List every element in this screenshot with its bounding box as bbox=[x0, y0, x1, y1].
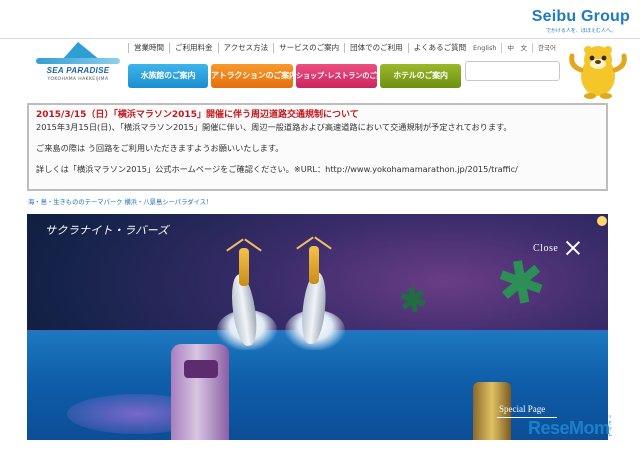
resemom-watermark: ReseMom リセマム bbox=[528, 414, 612, 439]
main-nav-hotel[interactable]: ホテルのご案内 bbox=[380, 64, 461, 88]
notice-line-3: 詳しくは「横浜マラソン2015」公式ホームページをご確認ください。※URL：ht… bbox=[36, 164, 518, 174]
language-nav: English 中 文 한국어 bbox=[468, 43, 561, 53]
util-nav-groups[interactable]: 団体でのご利用 bbox=[344, 43, 408, 53]
utility-nav: 営業時間 ご利用料金 アクセス方法 サービスのご案内 団体でのご利用 よくあるご… bbox=[128, 43, 471, 53]
util-nav-access[interactable]: アクセス方法 bbox=[217, 43, 274, 53]
main-nav-shops-restaurants[interactable]: ショップ･レストランのご案内 bbox=[296, 64, 390, 88]
close-label: Close bbox=[533, 242, 559, 254]
otter-mascot-icon bbox=[569, 46, 627, 99]
util-nav-services[interactable]: サービスのご案内 bbox=[273, 43, 344, 53]
main-nav-attractions[interactable]: アトラクションのご案内 bbox=[211, 64, 297, 88]
hero-banner[interactable]: ✱ ✱ サクラナイト・ラバーズ Close Special Page bbox=[27, 214, 608, 440]
trainer-shape bbox=[309, 246, 319, 284]
notice-title[interactable]: 2015/3/15（日）「横浜マラソン2015」開催に伴う周辺道路交通規制につい… bbox=[36, 109, 599, 121]
lang-chinese[interactable]: 中 文 bbox=[501, 43, 532, 53]
divider bbox=[0, 38, 640, 39]
util-nav-hours[interactable]: 営業時間 bbox=[128, 43, 169, 53]
seibu-group-tagline: でかける人を、ほほえむ人へ。 bbox=[545, 28, 616, 34]
notice-line-2: ご来島の際は う回路をご利用いただきますようお願いいたします。 bbox=[36, 143, 284, 153]
trainer-shape bbox=[239, 248, 249, 286]
brand-name: SEA PARADISE bbox=[46, 66, 110, 75]
notice-line-1: 2015年3月15日(日)、「横浜マラソン2015」開催に伴い、周辺一般道路およ… bbox=[36, 122, 512, 132]
moon-shape bbox=[597, 216, 607, 226]
seibu-group-wordmark: Seibu Group bbox=[531, 8, 630, 25]
corporate-bar: Seibu Group でかける人を、ほほえむ人へ。 bbox=[0, 0, 640, 38]
search-input[interactable] bbox=[465, 61, 560, 81]
lang-english[interactable]: English bbox=[468, 43, 501, 53]
palm-tree-icon: ✱ bbox=[395, 278, 431, 324]
show-title: サクラナイト・ラバーズ bbox=[45, 224, 169, 237]
close-button[interactable]: Close bbox=[533, 241, 580, 255]
watermark-word: ReseMom bbox=[528, 418, 610, 438]
watermark-ruby: リセマム bbox=[608, 414, 612, 437]
stage-machine-panel bbox=[184, 360, 218, 378]
sea-paradise-logo[interactable]: SEA PARADISE YOKOHAMA HAKKEIJIMA bbox=[32, 42, 122, 90]
brand-location: YOKOHAMA HAKKEIJIMA bbox=[47, 77, 109, 82]
special-page-link[interactable]: Special Page bbox=[499, 404, 545, 414]
close-icon bbox=[566, 241, 580, 255]
main-nav-aquarium[interactable]: 水族館のご案内 bbox=[128, 64, 208, 88]
stage-machine-shape bbox=[171, 344, 229, 440]
lang-korean[interactable]: 한국어 bbox=[531, 43, 561, 53]
wave-icon bbox=[36, 58, 120, 64]
palm-tree-icon: ✱ bbox=[491, 245, 552, 321]
seibu-group-logo[interactable]: Seibu Group でかける人を、ほほえむ人へ。 bbox=[532, 8, 630, 34]
util-nav-fees[interactable]: ご利用料金 bbox=[169, 43, 218, 53]
util-nav-faq[interactable]: よくあるご質問 bbox=[407, 43, 472, 53]
breadcrumb[interactable]: 海・島・生きもののテーマパーク 横浜・八景島シーパラダイス！ bbox=[28, 197, 212, 206]
main-nav: 水族館のご案内 アトラクションのご案内 ショップ･レストランのご案内 ホテルのご… bbox=[128, 64, 464, 88]
traffic-notice: 2015/3/15（日）「横浜マラソン2015」開催に伴う周辺道路交通規制につい… bbox=[27, 103, 608, 191]
